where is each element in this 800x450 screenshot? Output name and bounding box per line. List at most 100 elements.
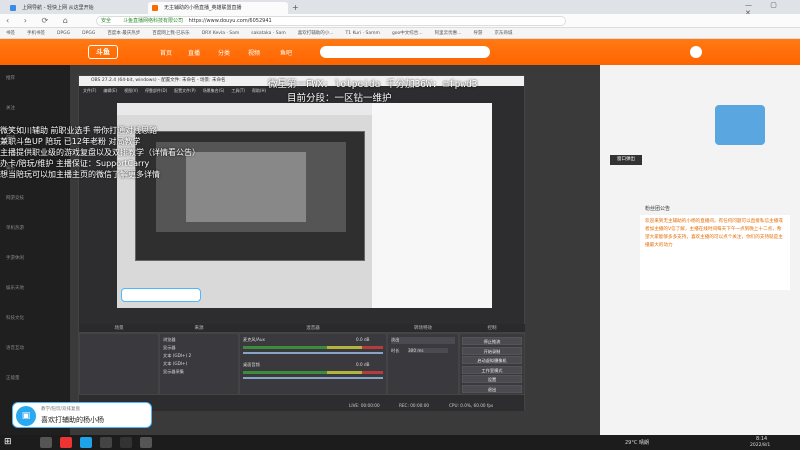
source-item[interactable]: 文本 (GDI+)	[163, 361, 187, 367]
tv-icon: ▣	[16, 406, 36, 426]
sidebar-item[interactable]: 单机热游	[6, 225, 24, 231]
weather-widget[interactable]: 29°C 晴朗	[625, 439, 649, 446]
windows-start-icon[interactable]: ⊞	[4, 437, 16, 448]
control-button[interactable]: 退出	[462, 384, 522, 393]
obs-menu-item[interactable]: 编辑(E)	[103, 88, 117, 93]
new-tab-icon[interactable]: +	[292, 3, 299, 12]
bookmark-item[interactable]: 书签	[6, 31, 15, 36]
tab-favicon-icon	[152, 5, 158, 11]
stream-info-line: 想当陪玩可以加主播主页的微信了解更多详情	[0, 170, 160, 179]
sidebar-item[interactable]: 科技文化	[6, 315, 24, 321]
duration-label: 时长	[391, 348, 400, 353]
bookmark-item[interactable]: T1 Kuri · Samm	[346, 31, 380, 36]
taskbar-app-icon[interactable]	[100, 437, 112, 448]
control-button[interactable]: 启动虚拟摄像机	[462, 356, 522, 364]
sidebar-item[interactable]: 网游竞技	[6, 195, 24, 201]
bookmark-item[interactable]: 导游	[473, 31, 482, 36]
source-item[interactable]: 显示器采集	[163, 369, 184, 375]
nav-home[interactable]: 首页	[160, 48, 172, 57]
badge-tags: 教学/陪玩/双排复盘	[41, 407, 81, 412]
dock-controls[interactable]: 停止推流 开始录制 启动虚拟摄像机 工作室模式 设置 退出	[459, 333, 525, 395]
bookmark-item[interactable]: 百度本·最庆热步	[107, 31, 140, 36]
bookmark-item[interactable]: DPGG	[57, 31, 70, 36]
duration-input[interactable]: 300 ms	[408, 348, 448, 353]
taskbar-app-icon[interactable]	[60, 437, 72, 448]
douyu-logo[interactable]: 斗鱼	[88, 45, 118, 59]
volume-slider[interactable]	[243, 377, 383, 379]
obs-menu-item[interactable]: 视图(V)	[124, 88, 138, 93]
tab-label: 无主辅助的小杨直播_英雄联盟直播	[164, 5, 242, 11]
bookmark-item[interactable]: 京东商城	[494, 31, 512, 36]
dock-scenes[interactable]	[79, 333, 159, 395]
dock-controls-header: 控制	[459, 324, 525, 333]
streamer-badge[interactable]: ▣ 教学/陪玩/双排复盘 喜欢打辅助的杨小杨	[12, 402, 152, 428]
badge-name: 喜欢打辅助的杨小杨	[41, 416, 104, 424]
clock-time[interactable]: 8:14	[756, 436, 767, 442]
tab-navigation[interactable]: 上网导航 - 轻快上网 从这里开始	[6, 2, 146, 14]
site-header: 斗鱼 首页 直播 分类 视频 鱼吧	[0, 39, 800, 65]
transition-select[interactable]: 淡出	[391, 337, 455, 344]
obs-menu-item[interactable]: 配置文件(P)	[174, 88, 196, 93]
bookmark-item[interactable]: 手机书签	[27, 31, 45, 36]
bookmark-item[interactable]: 百度网上我·已乐乐	[152, 31, 189, 36]
secure-label: 安全	[101, 18, 112, 24]
stream-info-line: 办卡/陪玩/维护 主播保证：SupportCarry	[0, 159, 150, 168]
dock-sources[interactable]: 浏览器显示器文本 (GDI+) 2 文本 (GDI+) 显示器采集	[159, 333, 239, 395]
nav-video[interactable]: 视频	[248, 48, 260, 57]
stream-overlay-line2: 目前分段：一区钻一维护	[287, 93, 392, 104]
dock-mixer[interactable]: 麦克风/Aux 0.0 dB 桌面音频 0.0 dB	[239, 333, 387, 395]
bookmark-item[interactable]: DRX Kevla · Sam	[202, 31, 240, 36]
stream-info-line: 微笑如川辅助 前职业选手 带你打通对线思路	[0, 126, 158, 135]
bookmarks-bar: 书签 手机书签 DPGG DPGG 百度本·最庆热步 百度网上我·已乐乐 DRX Kevla…	[0, 28, 800, 39]
bookmark-item[interactable]: goo中文综合...	[392, 31, 423, 36]
taskbar-app-icon[interactable]	[80, 437, 92, 448]
dock-transitions[interactable]: 淡出 时长 300 ms	[387, 333, 459, 395]
taskbar-app-icon[interactable]	[140, 437, 152, 448]
obs-menu-item[interactable]: 停靠部件(D)	[145, 88, 167, 93]
stream-overlay-line1: 微星第一FWX: lolpeida 千分加36W: mfpwd3	[268, 79, 478, 90]
control-button[interactable]: 开始录制	[462, 346, 522, 355]
obs-menu-item[interactable]: 工具(T)	[231, 88, 245, 93]
sidebar-item[interactable]: 语音互动	[6, 345, 24, 351]
url-input[interactable]: 安全 斗鱼直播网络科技有限公司 https://www.douyu.com/60…	[96, 16, 566, 26]
stream-info-line: 主播提供职业级的游戏复盘以及双排教学（详情看公告）	[0, 148, 200, 157]
source-item[interactable]: 浏览器	[163, 337, 176, 343]
bookmark-item[interactable]: 阿里云优惠...	[435, 31, 462, 36]
url-text: https://www.douyu.com/6052941	[188, 18, 272, 24]
nav-arrows-icon[interactable]: ‹ › ⟳ ⌂	[6, 16, 74, 25]
control-button[interactable]: 工作室模式	[462, 365, 522, 374]
status-live: LIVE: 00:00:00	[349, 403, 380, 408]
mixer-track-name: 桌面音频	[243, 362, 260, 367]
control-button[interactable]: 设置	[462, 375, 522, 383]
obs-menu-item[interactable]: 场景集合(S)	[203, 88, 225, 93]
volume-slider[interactable]	[243, 352, 383, 354]
bookmark-item[interactable]: sakataka · Sam	[251, 31, 285, 36]
obs-menu-item[interactable]: 文件(F)	[83, 88, 96, 93]
promo-image[interactable]	[715, 105, 765, 145]
taskbar-app-icon[interactable]	[120, 437, 132, 448]
control-button[interactable]: 停止推流	[462, 337, 522, 345]
nav-fishbar[interactable]: 鱼吧	[280, 48, 292, 57]
clock-date[interactable]: 2022/8/1	[750, 443, 770, 448]
search-input[interactable]	[320, 46, 490, 58]
sidebar-item[interactable]: 手游休闲	[6, 255, 24, 261]
bookmark-item[interactable]: DPGG	[82, 31, 95, 36]
browser-tab-bar: 上网导航 - 轻快上网 从这里开始 无主辅助的小杨直播_英雄联盟直播 + — ▢…	[0, 0, 800, 17]
popup-window-button[interactable]: 窗口弹出	[610, 155, 642, 165]
nav-live[interactable]: 直播	[188, 48, 200, 57]
sidebar-item[interactable]: 正能量	[6, 375, 20, 381]
source-item[interactable]: 显示器	[163, 345, 176, 351]
dock-scenes-header: 场景	[79, 324, 159, 333]
taskbar-app-icon[interactable]	[40, 437, 52, 448]
status-rec: REC: 00:00:00	[399, 403, 430, 408]
sidebar-item[interactable]: 推荐	[6, 75, 15, 81]
obs-menu-item[interactable]: 帮助(H)	[252, 88, 266, 93]
sidebar-item[interactable]: 娱乐天地	[6, 285, 24, 291]
tab-douyu[interactable]: 无主辅助的小杨直播_英雄联盟直播	[148, 2, 288, 14]
avatar[interactable]	[690, 46, 702, 58]
nav-category[interactable]: 分类	[218, 48, 230, 57]
source-item[interactable]: 文本 (GDI+) 2	[163, 353, 191, 359]
sidebar-item[interactable]: 关注	[6, 105, 15, 111]
left-sidebar: 推荐 关注 游戏 娱乐 网游竞技 单机热游 手游休闲 娱乐天地 科技文化 语音互动 正能量	[0, 65, 70, 435]
bookmark-item[interactable]: 喜欢打辅助的小...	[298, 31, 334, 36]
